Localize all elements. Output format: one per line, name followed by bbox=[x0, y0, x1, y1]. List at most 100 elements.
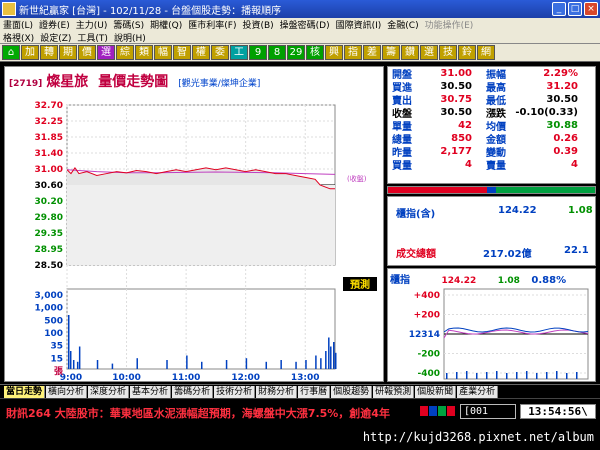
toolbar-button[interactable]: 加 bbox=[21, 45, 39, 60]
quote-label: 賣量 bbox=[486, 161, 506, 172]
toolbar-button[interactable]: 期 bbox=[59, 45, 77, 60]
analysis-tabs: 當日走勢 橫向分析 深度分析 基本分析 籌碼分析 技術分析 財務分析 行事曆 個股趨勢 研報預測個… bbox=[0, 384, 600, 398]
quote-value: 30.50 bbox=[440, 107, 472, 118]
toolbar-button[interactable]: 價 bbox=[78, 45, 96, 60]
volume-bar bbox=[315, 355, 317, 369]
price-volume-chart[interactable]: 32.70 32.25 31.85 31.40 31.00 30.60 30.20 29.80… bbox=[5, 67, 385, 383]
toolbar-button[interactable]: 8 bbox=[268, 45, 286, 60]
menu-item[interactable]: 籌碼(S) bbox=[110, 18, 147, 31]
volume-bar bbox=[76, 361, 79, 369]
tab-7[interactable]: 行事曆 bbox=[298, 385, 331, 398]
chart-header: [2719] 燦星旅 量價走勢圖 [觀光事業/燦坤企業] bbox=[9, 71, 260, 91]
volume-tick-label: 500 bbox=[44, 316, 63, 326]
toolbar-button[interactable]: 指 bbox=[344, 45, 362, 60]
toolbar-button[interactable]: ⌂ bbox=[2, 45, 20, 60]
tab-4[interactable]: 籌碼分析 bbox=[172, 385, 214, 398]
toolbar-button[interactable]: 工 bbox=[230, 45, 248, 60]
maximize-button[interactable]: □ bbox=[568, 2, 582, 16]
toolbar-button[interactable]: 核 bbox=[306, 45, 324, 60]
menu-item[interactable]: 說明(H) bbox=[111, 31, 149, 44]
index-volume-bar bbox=[466, 371, 468, 379]
stock-name: 燦星旅 bbox=[46, 74, 89, 90]
toolbar-button[interactable]: 轉 bbox=[40, 45, 58, 60]
status-blue-square bbox=[429, 406, 437, 416]
price-tick-label: 31.40 bbox=[35, 149, 63, 159]
toolbar-button[interactable]: 鈴 bbox=[458, 45, 476, 60]
tab-0[interactable]: 當日走勢 bbox=[4, 385, 46, 398]
index-label: 櫃指(含) bbox=[396, 209, 436, 220]
toolbar-button[interactable]: 選 bbox=[97, 45, 115, 60]
title-bar: 新世紀贏家 [台灣] - 102/11/28 - 台盤個股走勢：播報順序 _ □… bbox=[0, 0, 600, 18]
time-tick-label: 10:00 bbox=[112, 373, 141, 383]
time-tick-label: 9:00 bbox=[60, 373, 82, 383]
price-tick-label: 29.80 bbox=[35, 213, 63, 223]
toolbar-button[interactable]: 興 bbox=[325, 45, 343, 60]
otc-index-chart[interactable]: 櫃指 124.22 1.08 0.88% +400 +200 12314 -200 -4… bbox=[387, 268, 596, 382]
volume-plot-frame bbox=[66, 288, 336, 370]
tab-1[interactable]: 橫向分析 bbox=[46, 385, 88, 398]
menu-item[interactable]: 功能操作(E) bbox=[422, 18, 477, 31]
index-change: 1.08 bbox=[568, 205, 593, 216]
toolbar-button[interactable]: 29 bbox=[287, 45, 305, 60]
menu-item[interactable]: 期權(Q) bbox=[147, 18, 185, 31]
toolbar-button[interactable]: 類 bbox=[135, 45, 153, 60]
quote-value: 31.00 bbox=[440, 68, 472, 79]
menu-item[interactable]: 畫面(L) bbox=[0, 18, 36, 31]
menu-item[interactable]: 操盤密碼(D) bbox=[277, 18, 333, 31]
tab-3[interactable]: 基本分析 bbox=[130, 385, 172, 398]
menu-item[interactable]: 設定(Z) bbox=[37, 31, 74, 44]
status-bar: 財訊264 大陸股市：華東地區水泥漲幅超預期，海螺盤中大漲7.5%，創逾4年 [… bbox=[0, 398, 600, 424]
toolbar-button[interactable]: 網 bbox=[477, 45, 495, 60]
toolbar-button[interactable]: 差 bbox=[363, 45, 381, 60]
close-button[interactable]: × bbox=[584, 2, 598, 16]
tab-5[interactable]: 技術分析 bbox=[214, 385, 256, 398]
tab-9[interactable]: 研報預測 bbox=[373, 385, 415, 398]
menu-item[interactable]: 證券(E) bbox=[36, 18, 73, 31]
toolbar-button[interactable]: 9 bbox=[249, 45, 267, 60]
menu-item[interactable]: 匯市利率(F) bbox=[185, 18, 239, 31]
below-ref-area bbox=[67, 185, 335, 265]
volume-tick-label: 35 bbox=[50, 342, 63, 352]
volume-bar bbox=[111, 363, 114, 369]
toolbar-button[interactable]: 權 bbox=[192, 45, 210, 60]
tab-8[interactable]: 個股趨勢 bbox=[331, 385, 373, 398]
price-tick-label: 28.95 bbox=[35, 245, 63, 255]
toolbar-button[interactable]: 綜 bbox=[116, 45, 134, 60]
menu-item[interactable]: 主力(U) bbox=[73, 18, 111, 31]
toolbar-button[interactable]: 籌 bbox=[382, 45, 400, 60]
otc-index-info: 櫃指(含) 124.22 1.08 成交總額 217.02億 22.1 bbox=[387, 196, 596, 266]
index-volume-bar bbox=[456, 372, 458, 379]
tab-10[interactable]: 個股新聞 bbox=[415, 385, 457, 398]
tab-6[interactable]: 財務分析 bbox=[256, 385, 298, 398]
toolbar-button[interactable]: 委 bbox=[211, 45, 229, 60]
chart-title: 量價走勢圖 bbox=[98, 74, 169, 90]
price-tick-label: 30.60 bbox=[35, 181, 63, 191]
app-icon bbox=[2, 2, 16, 16]
volume-bar bbox=[305, 360, 307, 369]
stock-code-input[interactable]: [001 bbox=[460, 404, 516, 419]
bar-blue-segment bbox=[487, 187, 496, 193]
turnover-label: 成交總額 bbox=[396, 249, 436, 260]
toolbar-button[interactable]: 鑽 bbox=[401, 45, 419, 60]
toolbar-button[interactable]: 選 bbox=[420, 45, 438, 60]
menu-item[interactable]: 投資(B) bbox=[239, 18, 276, 31]
toolbar-button[interactable]: 技 bbox=[439, 45, 457, 60]
quote-value: 4 bbox=[465, 159, 472, 170]
industry-label[interactable]: [觀光事業/燦坤企業] bbox=[178, 76, 260, 89]
price-volume-chart-panel: 32.70 32.25 31.85 31.40 31.00 30.60 30.20 29.80… bbox=[4, 66, 385, 383]
toolbar-button[interactable]: 幅 bbox=[154, 45, 172, 60]
quote-value: 30.88 bbox=[546, 120, 578, 131]
toolbar-button[interactable]: 智 bbox=[173, 45, 191, 60]
minimize-button[interactable]: _ bbox=[552, 2, 566, 16]
tab-2[interactable]: 深度分析 bbox=[88, 385, 130, 398]
news-ticker[interactable]: 財訊264 大陸股市：華東地區水泥漲幅超預期，海螺盤中大漲7.5%，創逾4年 bbox=[6, 405, 416, 421]
toolbar: ⌂ 加轉期價選綜類幅智權委工 9 8 29 核興指差籌鑽選技鈴網 bbox=[0, 44, 600, 62]
index-volume-bar bbox=[506, 373, 508, 379]
index-volume-bar bbox=[546, 372, 548, 379]
index-volume-bar bbox=[516, 372, 518, 379]
menu-item[interactable]: 格視(X) bbox=[0, 31, 37, 44]
tab-11[interactable]: 產業分析 bbox=[457, 385, 499, 398]
menu-item[interactable]: 工具(T) bbox=[74, 31, 111, 44]
menu-item[interactable]: 金融(C) bbox=[384, 18, 421, 31]
menu-item[interactable]: 國際資訊(I) bbox=[333, 18, 385, 31]
